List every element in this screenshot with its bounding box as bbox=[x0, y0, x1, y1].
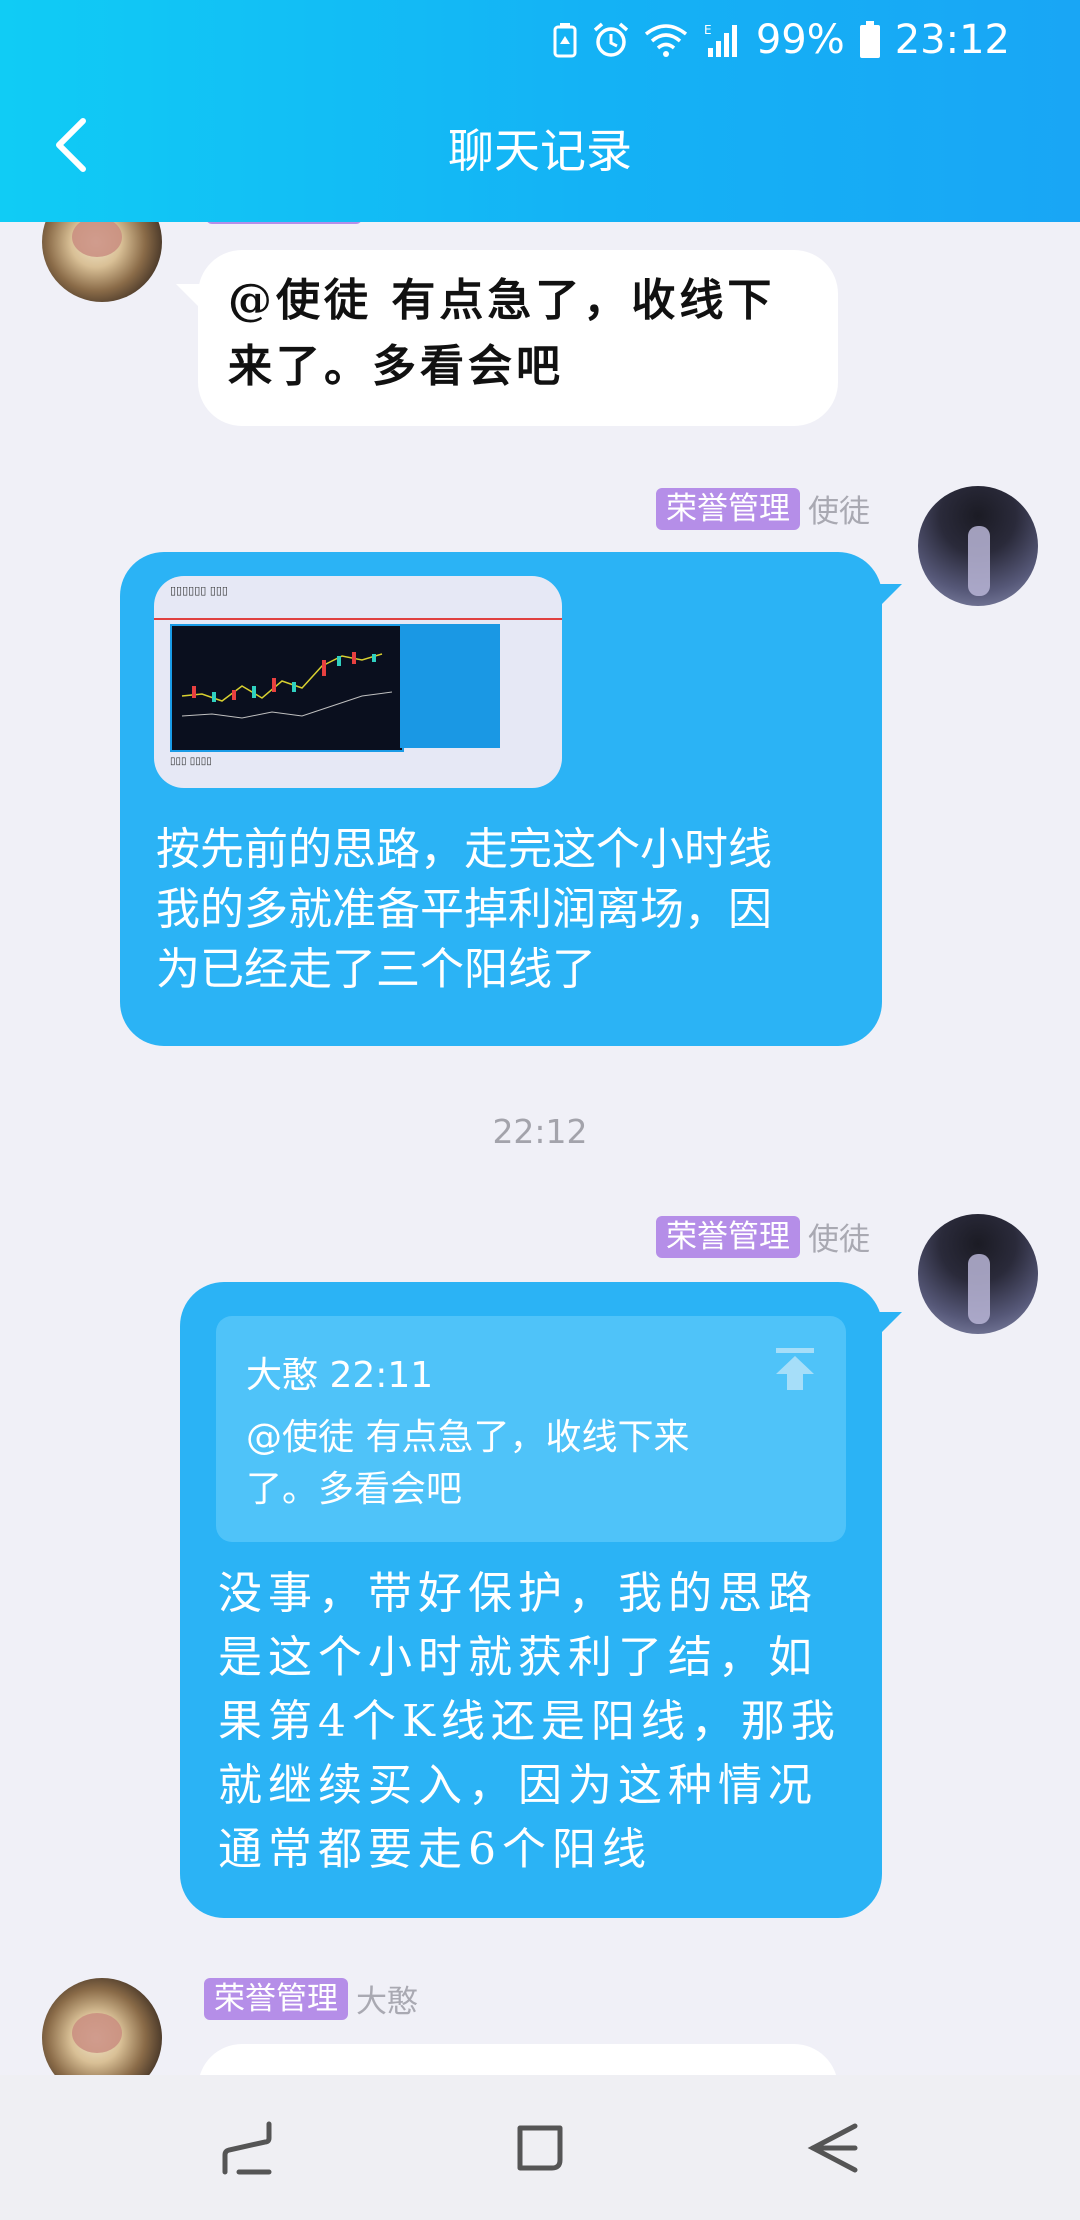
quote-text: @使徒 有点急了，收线下来 了。多看会吧 bbox=[246, 1417, 690, 1510]
battery-icon bbox=[859, 21, 881, 59]
battery-saver-icon bbox=[552, 22, 578, 58]
image-thumbnail-panel bbox=[400, 624, 500, 748]
system-nav-bar bbox=[0, 2075, 1080, 2220]
sender-name: 使徒 bbox=[808, 494, 870, 530]
avatar[interactable] bbox=[918, 486, 1038, 606]
home-button[interactable] bbox=[480, 2098, 600, 2198]
role-badge: 荣誉管理 bbox=[656, 1215, 800, 1258]
avatar[interactable] bbox=[42, 1978, 162, 2075]
candlestick-thumbnail bbox=[181, 652, 393, 719]
battery-percent: 99% bbox=[755, 17, 845, 63]
message-text: @使徒 有点急了，收线下 来了。多看会吧 bbox=[228, 275, 776, 392]
bubble-tail bbox=[874, 584, 902, 612]
jump-to-quote-icon[interactable] bbox=[774, 1346, 816, 1396]
quoted-message[interactable]: 大憨 22:11 @使徒 有点急了，收线下来 了。多看会吧 bbox=[216, 1316, 846, 1542]
signal-icon: E bbox=[702, 22, 742, 58]
chat-scroll-area[interactable]: @使徒 有点急了，收线下 来了。多看会吧 荣誉管理 使徒 ▯▯▯▯▯▯ ▯▯▯ bbox=[0, 0, 1080, 2075]
timestamp: 22:12 bbox=[492, 1112, 588, 1151]
role-badge: 荣誉管理 bbox=[204, 1977, 348, 2020]
wifi-icon bbox=[644, 22, 688, 58]
page-title: 聊天记录 bbox=[448, 124, 632, 178]
back-nav-button[interactable] bbox=[773, 2098, 893, 2198]
sender-name: 大憨 bbox=[356, 1984, 418, 2020]
message-image[interactable]: ▯▯▯▯▯▯ ▯▯▯ ▯▯▯ ▯▯▯▯ bbox=[154, 576, 562, 788]
recents-button[interactable] bbox=[187, 2098, 307, 2198]
app-header: E 99% 23:12 聊天记录 bbox=[0, 0, 1080, 222]
status-bar: E 99% 23:12 bbox=[552, 10, 1010, 70]
alarm-icon bbox=[592, 21, 630, 59]
sender-row: 荣誉管理 大憨 bbox=[204, 1976, 418, 2021]
image-thumbnail-content: ▯▯▯▯▯▯ ▯▯▯ bbox=[170, 584, 228, 597]
avatar[interactable] bbox=[918, 1214, 1038, 1334]
sender-row: 荣誉管理 使徒 bbox=[656, 1214, 870, 1259]
role-badge: 荣誉管理 bbox=[656, 487, 800, 530]
svg-text:E: E bbox=[704, 23, 712, 37]
recents-icon bbox=[222, 2121, 272, 2174]
image-thumbnail-chart bbox=[170, 624, 404, 752]
message-text: 按先前的思路，走完这个小时线 我的多就准备平掉利润离场，因 为已经走了三个阳线了 bbox=[156, 824, 772, 995]
status-time: 23:12 bbox=[894, 17, 1010, 63]
message-bubble[interactable] bbox=[198, 2044, 838, 2075]
home-icon bbox=[517, 2125, 563, 2170]
sender-row: 荣誉管理 使徒 bbox=[656, 486, 870, 531]
back-icon bbox=[807, 2123, 858, 2172]
image-thumbnail-footer: ▯▯▯ ▯▯▯▯ bbox=[170, 756, 212, 767]
image-thumbnail-tabs bbox=[154, 604, 562, 620]
quote-author-time: 大憨 22:11 bbox=[246, 1355, 434, 1396]
sender-name: 使徒 bbox=[808, 1222, 870, 1258]
bubble-tail bbox=[874, 1312, 902, 1340]
message-text: 没事，带好保护，我的思路 是这个小时就获利了结，如 果第4个K线还是阳线，那我 … bbox=[218, 1568, 841, 1875]
